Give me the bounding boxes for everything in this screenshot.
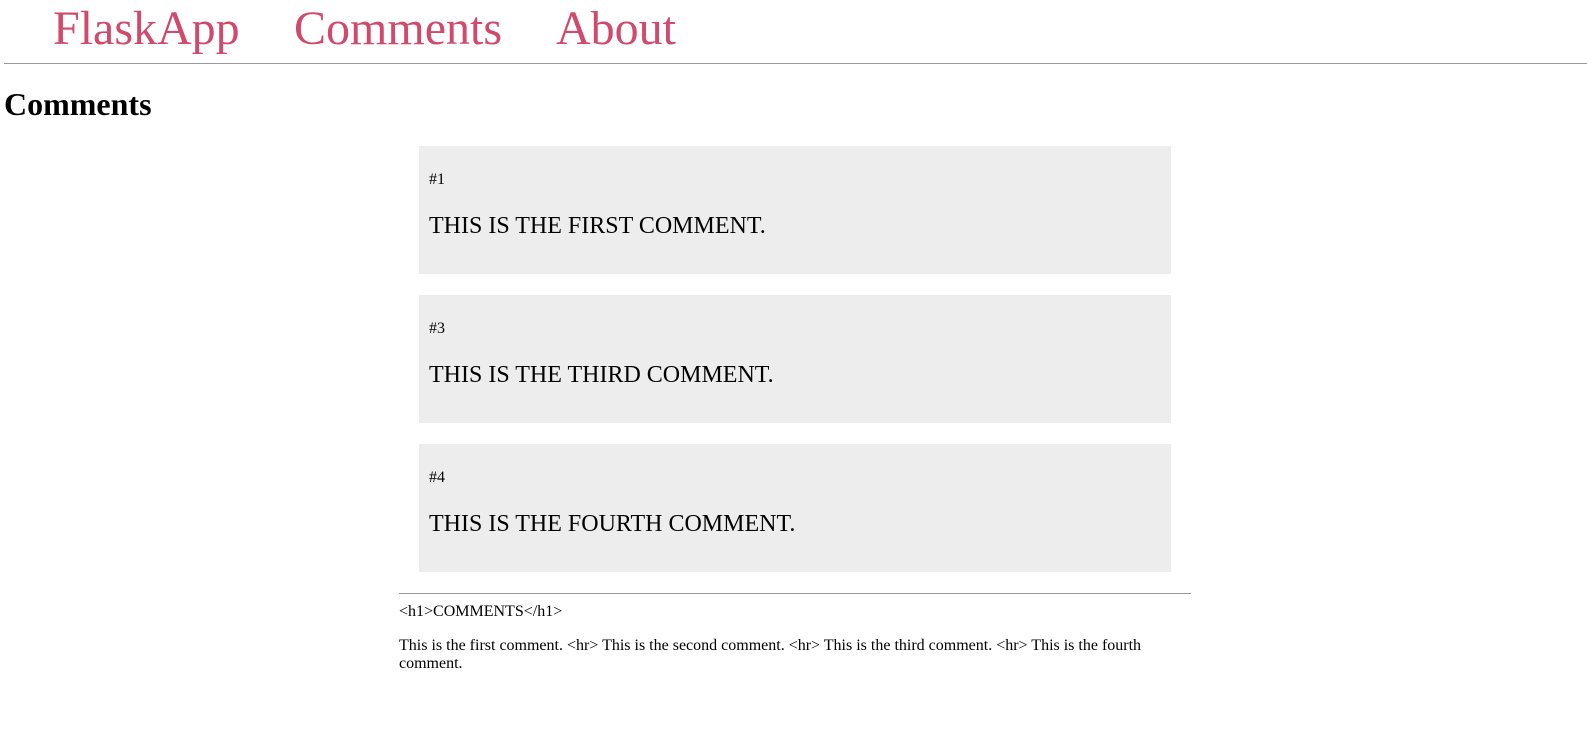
comment-card: #3 THIS IS THE THIRD COMMENT. xyxy=(419,295,1171,423)
nav-about-link[interactable]: About xyxy=(556,0,676,58)
comment-text: THIS IS THE FIRST COMMENT. xyxy=(429,213,766,239)
nav-comments-link[interactable]: Comments xyxy=(294,0,502,58)
comment-card: #4 THIS IS THE FOURTH COMMENT. xyxy=(419,444,1171,572)
top-nav: FlaskApp Comments About xyxy=(0,0,1587,66)
comment-text: THIS IS THE THIRD COMMENT. xyxy=(429,362,774,388)
nav-divider xyxy=(4,63,1587,64)
page-title: Comments xyxy=(4,86,152,122)
nav-brand-flaskapp-link[interactable]: FlaskApp xyxy=(53,0,240,58)
comment-text: THIS IS THE FOURTH COMMENT. xyxy=(429,511,796,537)
comment-card: #1 THIS IS THE FIRST COMMENT. xyxy=(419,146,1171,274)
comment-number: #1 xyxy=(429,171,445,188)
comment-number: #3 xyxy=(429,320,445,337)
raw-output-divider xyxy=(399,593,1191,594)
comment-number: #4 xyxy=(429,469,445,486)
raw-output-body: This is the first comment. <hr> This is … xyxy=(399,637,1142,672)
raw-output-heading: <h1>COMMENTS</h1> xyxy=(399,603,563,620)
